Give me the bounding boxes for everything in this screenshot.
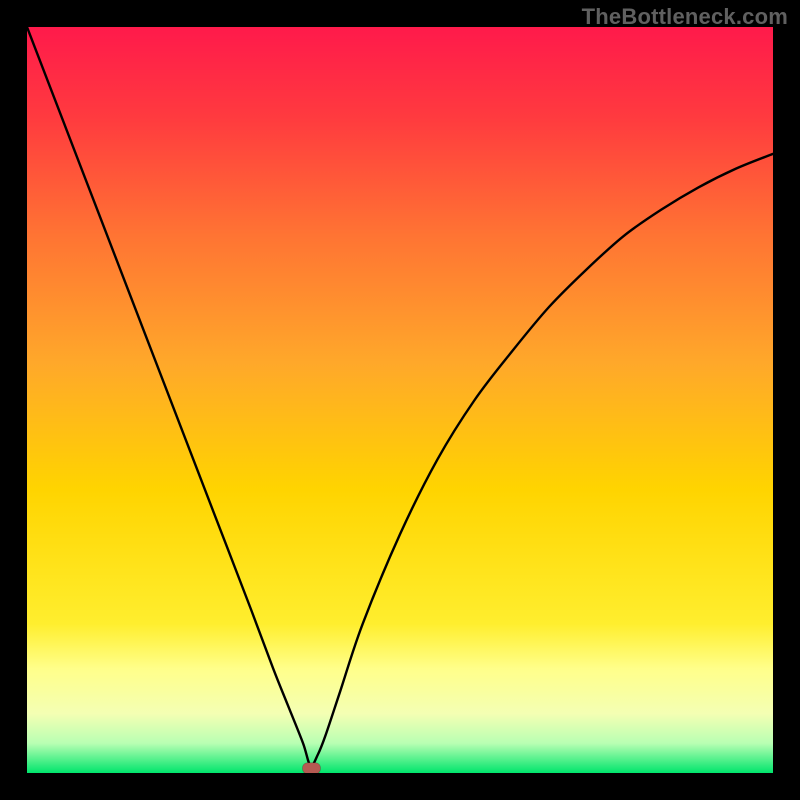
- watermark-text: TheBottleneck.com: [582, 4, 788, 30]
- gradient-background: [27, 27, 773, 773]
- plot-area: [27, 27, 773, 773]
- chart-svg: [27, 27, 773, 773]
- chart-container: TheBottleneck.com: [0, 0, 800, 800]
- min-marker: [302, 763, 320, 773]
